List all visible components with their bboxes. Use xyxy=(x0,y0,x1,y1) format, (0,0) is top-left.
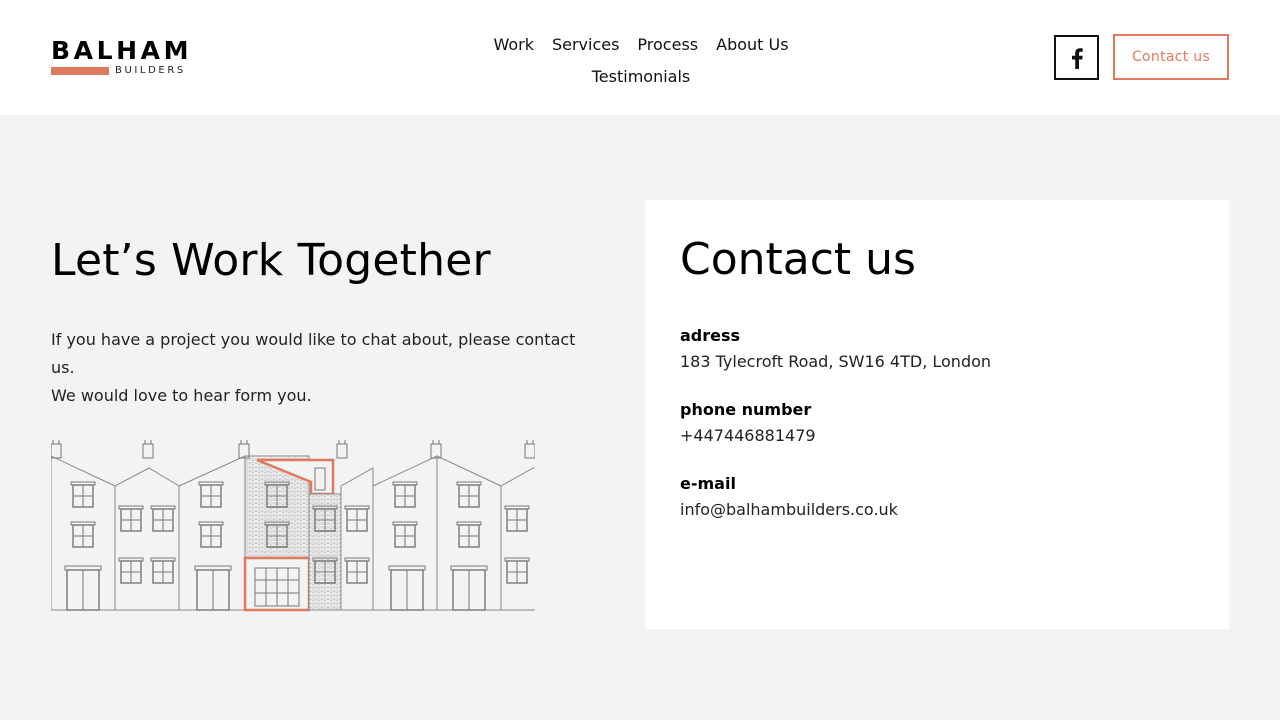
email-label: e-mail xyxy=(680,474,736,493)
contact-card-title: Contact us xyxy=(680,234,916,285)
address-label: adress xyxy=(680,326,741,345)
facebook-icon xyxy=(1071,47,1083,69)
nav-item-work[interactable]: Work xyxy=(493,35,534,54)
phone-value[interactable]: +447446881479 xyxy=(680,422,816,450)
logo-subtitle: BUILDERS xyxy=(115,65,186,76)
address-field: adress 183 Tylecroft Road, SW16 4TD, Lon… xyxy=(680,324,991,376)
nav-item-process[interactable]: Process xyxy=(637,35,698,54)
intro-paragraph-1: If you have a project you would like to … xyxy=(51,330,576,377)
phone-field: phone number +447446881479 xyxy=(680,398,816,450)
site-logo[interactable]: BALHAM BUILDERS xyxy=(51,38,191,78)
site-header: BALHAM BUILDERS Work Services Process Ab… xyxy=(0,0,1280,115)
page-title: Let’s Work Together xyxy=(51,235,491,286)
terraced-houses-illustration xyxy=(51,439,535,612)
email-value[interactable]: info@balhambuilders.co.uk xyxy=(680,496,898,524)
intro-text: If you have a project you would like to … xyxy=(51,326,591,410)
logo-wordmark: BALHAM xyxy=(51,36,193,65)
nav-item-testimonials[interactable]: Testimonials xyxy=(592,67,691,86)
nav-item-about-us[interactable]: About Us xyxy=(716,35,788,54)
facebook-button[interactable] xyxy=(1054,35,1099,80)
contact-card: Contact us adress 183 Tylecroft Road, SW… xyxy=(645,200,1229,629)
nav-item-services[interactable]: Services xyxy=(552,35,619,54)
main-nav: Work Services Process About Us Testimoni… xyxy=(480,28,802,92)
address-value: 183 Tylecroft Road, SW16 4TD, London xyxy=(680,352,992,371)
phone-label: phone number xyxy=(680,400,812,419)
contact-us-button[interactable]: Contact us xyxy=(1113,34,1229,80)
logo-accent-bar xyxy=(51,67,109,75)
intro-paragraph-2: We would love to hear form you. xyxy=(51,386,312,405)
email-field: e-mail info@balhambuilders.co.uk xyxy=(680,472,898,524)
